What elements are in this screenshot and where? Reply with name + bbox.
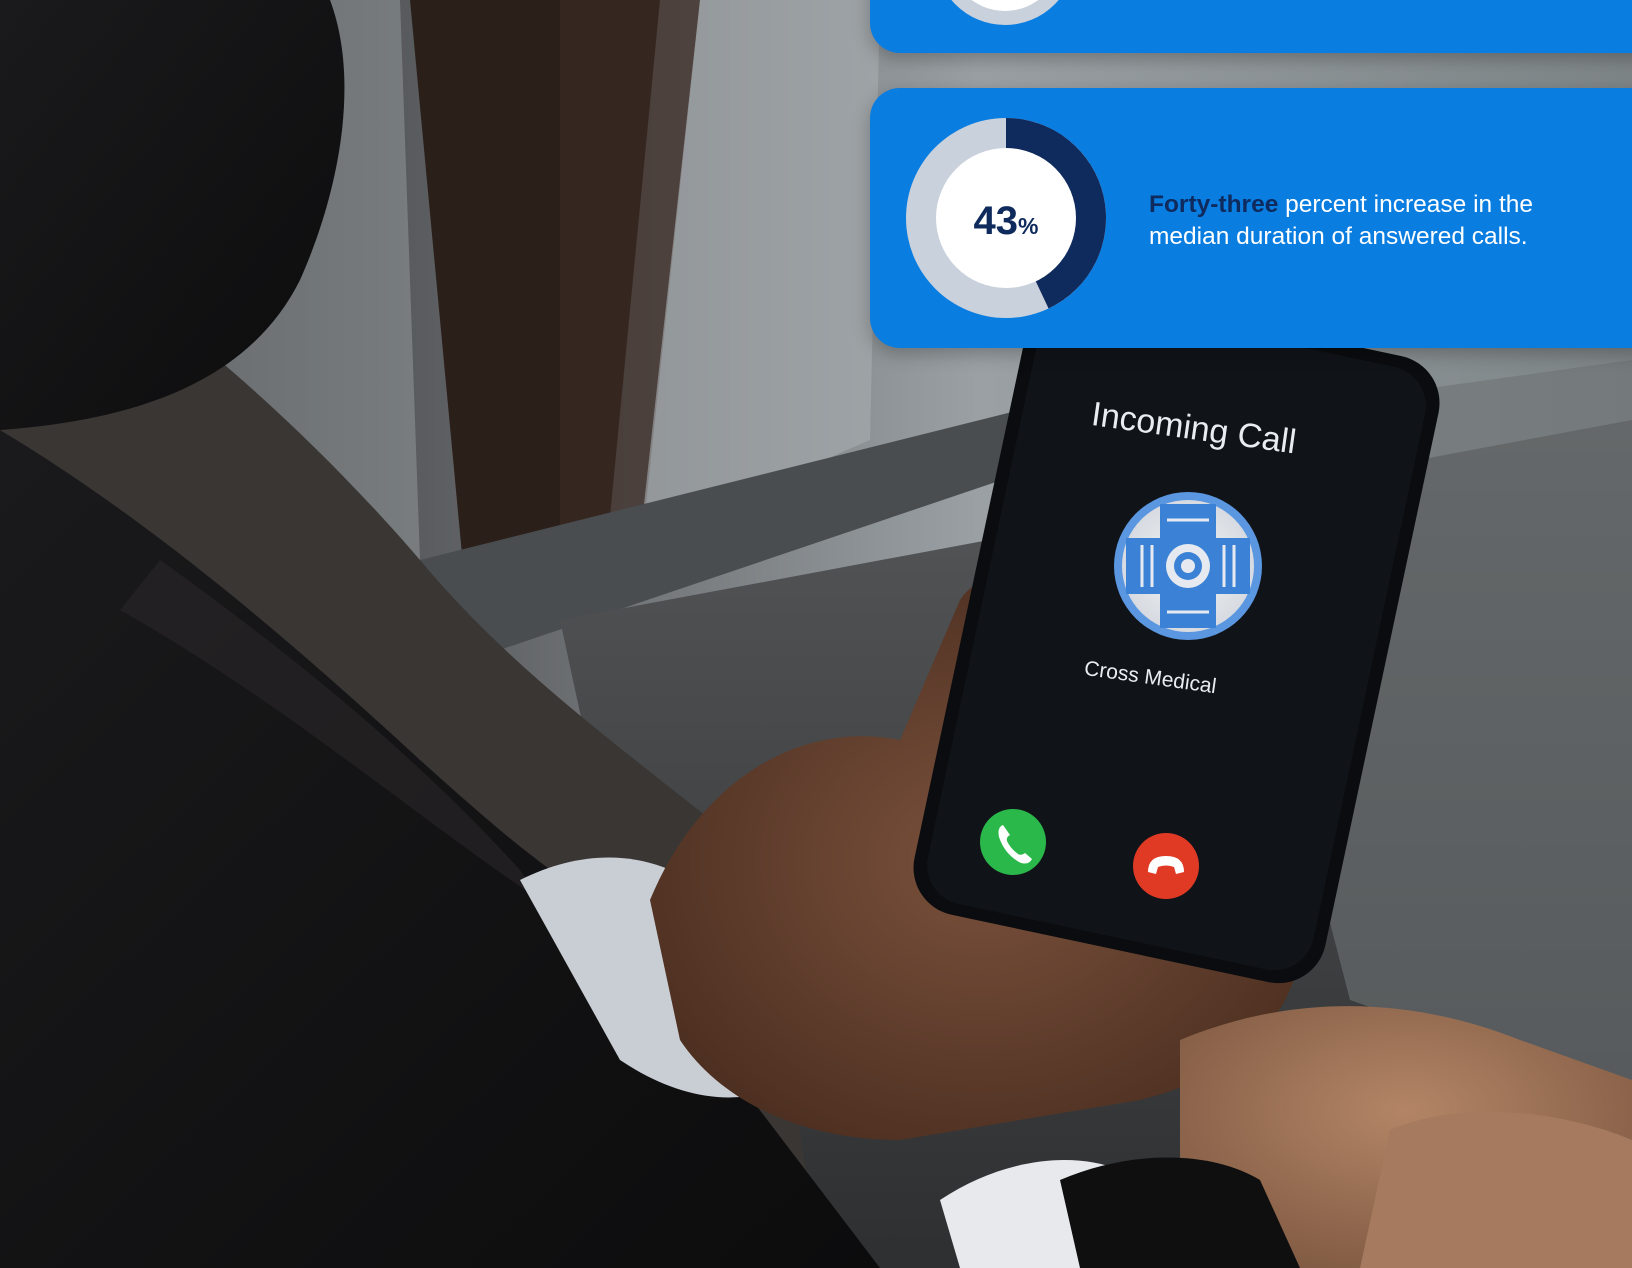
donut-chart-partial — [951, 0, 1059, 25]
caller-name-text: Cross Medical — [1083, 657, 1218, 698]
stat-highlight: Forty-three — [1149, 191, 1279, 218]
stat-unit: % — [1018, 212, 1039, 239]
stat-value: 43% — [906, 118, 1106, 318]
stat-description: Forty-three percent increase in the medi… — [1149, 189, 1589, 253]
decline-call-button[interactable] — [1133, 833, 1199, 899]
stat-number: 43 — [973, 198, 1019, 243]
stat-card: 43% Forty-three percent increase in the … — [870, 88, 1632, 348]
cross-medical-logo-icon — [1114, 492, 1262, 640]
call-status-text: Incoming Call — [1089, 395, 1298, 461]
stat-card-partial — [870, 0, 1632, 53]
accept-call-button[interactable] — [980, 809, 1046, 875]
